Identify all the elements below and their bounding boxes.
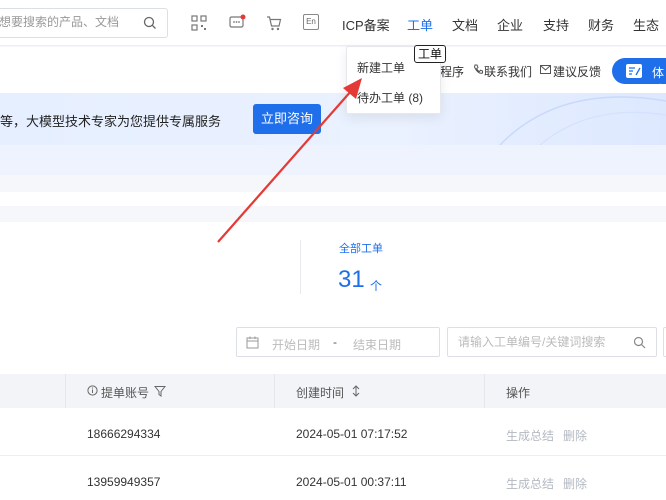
ticket-search-input[interactable]: [458, 335, 628, 349]
nav-ecosystem[interactable]: 生态: [633, 15, 659, 34]
trial-button[interactable]: 体验: [612, 58, 666, 97]
generate-summary-button[interactable]: 生成总结: [506, 475, 554, 492]
menu-item-new-ticket[interactable]: 新建工单: [357, 59, 405, 76]
start-date-input[interactable]: 开始日期: [272, 336, 320, 353]
sublink-feedback[interactable]: 建议反馈: [553, 63, 601, 80]
global-search[interactable]: [0, 8, 168, 38]
cell-account: 13959949357: [87, 475, 161, 489]
th-created-time: 创建时间: [296, 386, 345, 400]
spacer-strip: [0, 192, 666, 206]
delete-button[interactable]: 删除: [563, 427, 587, 444]
cart-icon[interactable]: [265, 14, 283, 32]
cell-account: 18666294334: [87, 427, 161, 441]
info-icon: [87, 385, 98, 396]
top-navbar: En ICP备案 工单 文档 企业 支持 财务 生态: [0, 0, 666, 46]
table-header: 提单账号 创建时间 操作: [0, 374, 666, 408]
edit-icon: [626, 64, 642, 78]
menu-item-pending-tickets[interactable]: 待办工单 (8): [357, 89, 423, 106]
mail-icon: [540, 65, 551, 74]
generate-summary-button[interactable]: 生成总结: [506, 427, 554, 444]
nav-tickets[interactable]: 工单: [407, 15, 433, 34]
nav-enterprise[interactable]: 企业: [497, 15, 523, 34]
stat-unit: 个: [370, 279, 383, 293]
cell-created: 2024-05-01 00:37:11: [296, 475, 407, 489]
promo-banner: 等，大模型技术专家为您提供专属服务: [0, 93, 666, 145]
date-separator: -: [333, 335, 337, 349]
sub-header: 程序 联系我们 建议反馈: [0, 47, 666, 93]
search-icon[interactable]: [143, 16, 157, 30]
sublink-contact[interactable]: 联系我们: [484, 63, 532, 80]
language-icon[interactable]: En: [303, 14, 319, 30]
nav-docs[interactable]: 文档: [452, 15, 478, 34]
tooltip: 工单: [414, 45, 447, 63]
nav-icp[interactable]: ICP备案: [342, 15, 390, 34]
th-account: 提单账号: [101, 386, 150, 400]
ticket-stats-card: [0, 222, 666, 312]
date-range-picker[interactable]: 开始日期 - 结束日期: [236, 327, 440, 357]
sublink-program[interactable]: 程序: [440, 63, 464, 80]
qrcode-icon[interactable]: [190, 14, 208, 32]
column-divider: [65, 374, 66, 408]
banner-strip: [0, 145, 666, 175]
nav-finance[interactable]: 财务: [588, 15, 614, 34]
sort-icon[interactable]: [351, 385, 361, 397]
th-actions: 操作: [506, 386, 531, 400]
stat-all-tickets-value[interactable]: 31: [338, 266, 365, 294]
phone-icon: [473, 64, 483, 74]
end-date-input[interactable]: 结束日期: [353, 336, 401, 353]
cell-created: 2024-05-01 07:17:52: [296, 427, 408, 441]
stat-all-tickets-label[interactable]: 全部工单: [339, 240, 383, 256]
table-row: 13959949357 2024-05-01 00:37:11 生成总结 删除: [0, 456, 666, 500]
nav-support[interactable]: 支持: [543, 15, 569, 34]
filter-icon[interactable]: [154, 385, 166, 397]
calendar-icon: [246, 336, 259, 349]
stats-divider: [300, 240, 301, 294]
delete-button[interactable]: 删除: [563, 475, 587, 492]
global-search-input[interactable]: [0, 15, 139, 29]
search-icon[interactable]: [633, 336, 646, 349]
consult-button[interactable]: 立即咨询: [253, 104, 321, 134]
table-row: 18666294334 2024-05-01 07:17:52 生成总结 删除: [0, 408, 666, 456]
message-icon[interactable]: [228, 14, 246, 32]
banner-text: 等，大模型技术专家为您提供专属服务: [0, 114, 222, 129]
column-divider: [274, 374, 275, 408]
column-divider: [484, 374, 485, 408]
ticket-search[interactable]: [447, 327, 657, 357]
banner-decoration: [499, 96, 666, 145]
